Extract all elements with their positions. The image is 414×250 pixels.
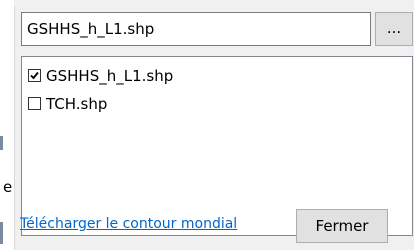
- background-edge-mark: [0, 222, 3, 244]
- background-edge-mark: [0, 136, 3, 150]
- background-edge-text: e: [3, 178, 13, 196]
- list-item[interactable]: TCH.shp: [28, 91, 107, 117]
- list-item[interactable]: GSHHS_h_L1.shp: [28, 63, 173, 89]
- background-window-edge: e: [0, 0, 14, 250]
- download-world-outline-link[interactable]: Télécharger le contour mondial: [20, 216, 237, 232]
- list-item-label: GSHHS_h_L1.shp: [46, 67, 174, 85]
- checkbox-unchecked-icon[interactable]: [28, 96, 41, 110]
- list-item-label: TCH.shp: [46, 95, 108, 113]
- selected-file-field[interactable]: GSHHS_h_L1.shp: [21, 12, 371, 46]
- checkbox-checked-icon[interactable]: [28, 68, 41, 82]
- browse-button[interactable]: ...: [375, 12, 413, 46]
- close-button[interactable]: Fermer: [296, 209, 388, 243]
